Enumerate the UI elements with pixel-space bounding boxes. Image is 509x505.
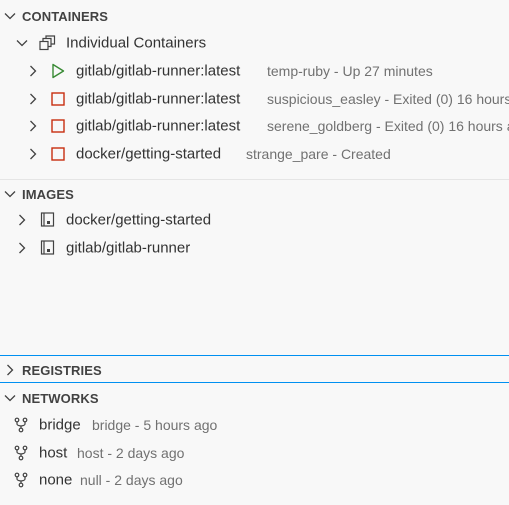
chevron-right-icon — [30, 120, 37, 132]
network-icon — [14, 417, 28, 433]
container-image-name: docker/getting-started — [76, 145, 222, 163]
networks-section-title: NETWORKS — [22, 390, 99, 406]
individual-containers-group[interactable]: Individual Containers — [0, 29, 509, 57]
image-name: gitlab/gitlab-runner — [66, 239, 191, 257]
stop-square-icon — [51, 147, 65, 161]
chevron-down-icon — [4, 191, 16, 198]
stop-square-icon — [51, 92, 65, 106]
network-item[interactable]: host host - 2 days ago — [0, 439, 509, 467]
chevron-right-icon — [30, 93, 37, 105]
chevron-right-icon — [30, 65, 37, 77]
group-label: Individual Containers — [66, 34, 207, 52]
registries-section-title: REGISTRIES — [22, 362, 102, 378]
image-item[interactable]: docker/getting-started — [0, 206, 509, 234]
docker-explorer: CONTAINERS Individual Containers gitlab/… — [0, 0, 509, 505]
network-item[interactable]: bridge bridge - 5 hours ago — [0, 411, 509, 439]
network-name: host — [39, 444, 68, 462]
network-name: bridge — [39, 416, 81, 434]
chevron-down-icon — [4, 395, 16, 402]
section-divider — [0, 179, 509, 180]
play-icon — [52, 63, 65, 79]
images-section-title: IMAGES — [22, 186, 74, 202]
chevron-down-icon — [4, 13, 16, 20]
containers-section-header[interactable]: CONTAINERS — [0, 5, 509, 27]
container-description: serene_goldberg - Exited (0) 16 hours ag… — [267, 118, 509, 134]
container-item[interactable]: gitlab/gitlab-runner:latest temp-ruby - … — [0, 57, 509, 85]
container-image-name: gitlab/gitlab-runner:latest — [76, 90, 241, 108]
chevron-right-icon — [19, 214, 26, 226]
chevron-down-icon — [16, 40, 28, 47]
container-item[interactable]: docker/getting-started strange_pare - Cr… — [0, 140, 509, 168]
images-section-header[interactable]: IMAGES — [0, 183, 509, 205]
chevron-right-icon — [7, 364, 14, 376]
registries-section-header[interactable]: REGISTRIES — [0, 359, 509, 381]
container-description: suspicious_easley - Exited (0) 16 hours … — [267, 91, 509, 107]
focus-border-top — [0, 355, 509, 356]
container-description: temp-ruby - Up 27 minutes — [267, 63, 433, 79]
focus-border-bottom — [0, 382, 509, 383]
network-description: null - 2 days ago — [80, 472, 183, 488]
image-name: docker/getting-started — [66, 211, 212, 229]
container-item[interactable]: gitlab/gitlab-runner:latest suspicious_e… — [0, 85, 509, 113]
container-image-name: gitlab/gitlab-runner:latest — [76, 117, 241, 135]
network-icon — [14, 445, 28, 461]
network-name: none — [39, 471, 73, 489]
image-item[interactable]: gitlab/gitlab-runner — [0, 234, 509, 262]
chevron-right-icon — [19, 242, 26, 254]
network-description: host - 2 days ago — [77, 445, 185, 461]
image-book-icon — [40, 212, 55, 227]
containers-section-title: CONTAINERS — [22, 8, 108, 24]
image-book-icon — [40, 240, 55, 255]
stop-square-icon — [51, 119, 65, 133]
container-description: strange_pare - Created — [246, 146, 391, 162]
network-description: bridge - 5 hours ago — [92, 417, 218, 433]
network-item[interactable]: none null - 2 days ago — [0, 466, 509, 494]
network-icon — [14, 472, 28, 488]
networks-section-header[interactable]: NETWORKS — [0, 387, 509, 409]
group-containers-icon — [39, 35, 56, 51]
container-item[interactable]: gitlab/gitlab-runner:latest serene_goldb… — [0, 112, 509, 140]
container-image-name: gitlab/gitlab-runner:latest — [76, 62, 241, 80]
chevron-right-icon — [30, 148, 37, 160]
